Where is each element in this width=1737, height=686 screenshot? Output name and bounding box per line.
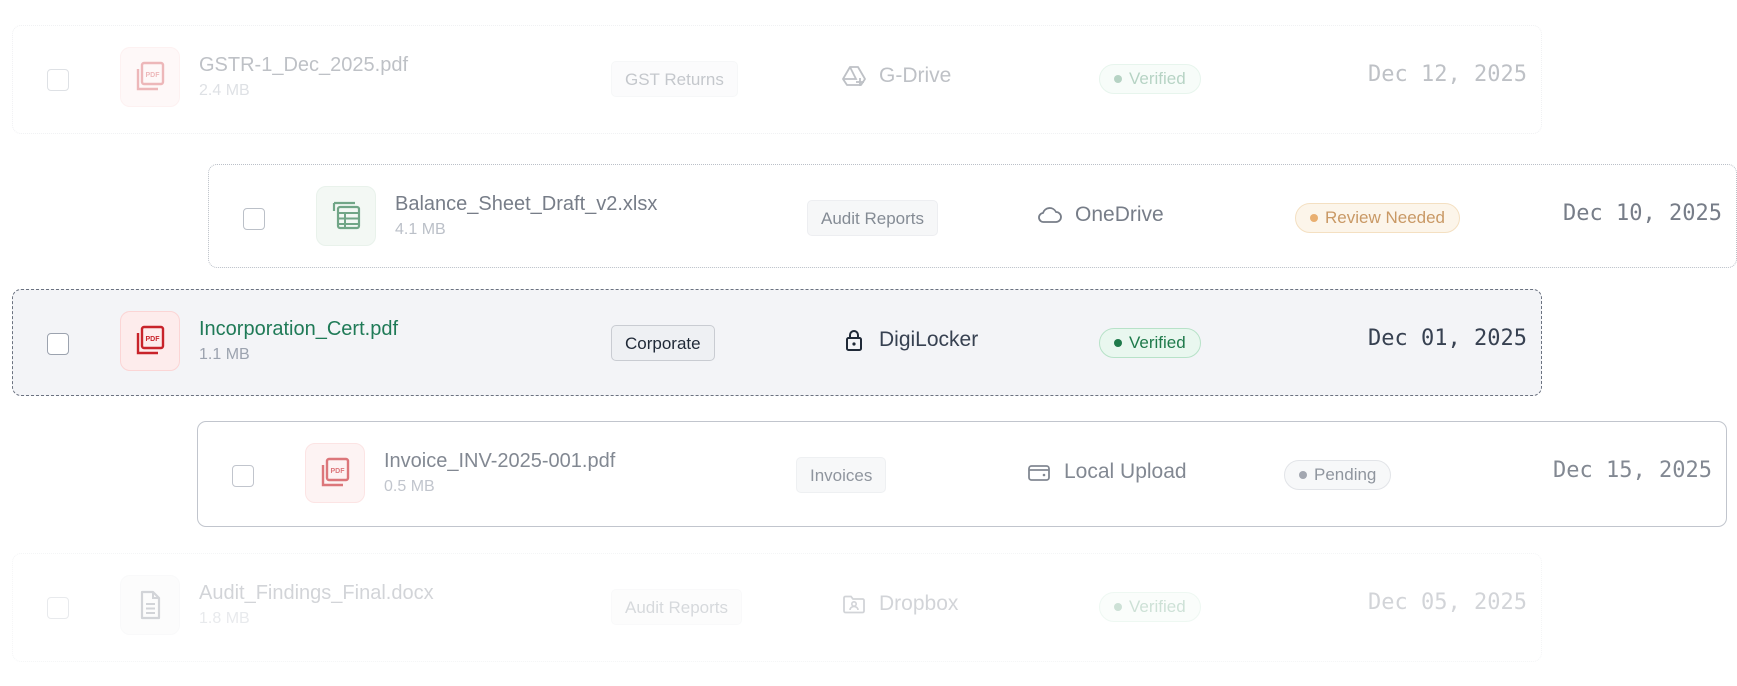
category-tag: GST Returns: [611, 61, 738, 97]
row-checkbox[interactable]: [47, 69, 69, 91]
source-label: OneDrive: [1075, 203, 1164, 226]
date: Dec 15, 2025: [1553, 458, 1712, 483]
status-badge: Review Needed: [1295, 203, 1461, 233]
status-badge: Pending: [1284, 460, 1392, 490]
source: OneDrive: [1037, 202, 1164, 228]
file-size: 0.5 MB: [384, 478, 435, 495]
row-checkbox[interactable]: [47, 597, 69, 619]
source-label: Dropbox: [879, 592, 959, 615]
row-checkbox[interactable]: [243, 208, 265, 230]
google-drive-icon: [842, 66, 866, 86]
row-checkbox[interactable]: [47, 333, 69, 355]
svg-text:PDF: PDF: [146, 72, 161, 79]
source: DigiLocker: [841, 327, 978, 353]
lock-icon: [846, 330, 862, 351]
file-size: 4.1 MB: [395, 221, 446, 238]
file-size: 2.4 MB: [199, 82, 250, 99]
file-row[interactable]: PDF GSTR-1_Dec_2025.pdf 2.4 MB GST Retur…: [12, 25, 1542, 134]
svg-text:PDF: PDF: [331, 468, 346, 475]
category-tag: Invoices: [796, 457, 887, 493]
row-checkbox[interactable]: [232, 465, 254, 487]
status-badge: Verified: [1099, 328, 1201, 358]
status-badge: Verified: [1099, 64, 1201, 94]
source-label: Local Upload: [1064, 460, 1187, 483]
file-name[interactable]: Audit_Findings_Final.docx: [199, 582, 434, 605]
category-tag: Audit Reports: [807, 200, 938, 236]
file-row[interactable]: PDF Invoice_INV-2025-001.pdf 0.5 MB Invo…: [197, 421, 1727, 527]
file-name[interactable]: Invoice_INV-2025-001.pdf: [384, 450, 615, 473]
source: Local Upload: [1026, 459, 1187, 485]
file-size: 1.1 MB: [199, 346, 250, 363]
file-name[interactable]: Incorporation_Cert.pdf: [199, 318, 398, 341]
spreadsheet-file-icon: [316, 186, 376, 246]
category-tag: Corporate: [611, 325, 715, 361]
source-label: DigiLocker: [879, 328, 979, 351]
date: Dec 05, 2025: [1368, 590, 1527, 615]
cloud-icon: [1038, 207, 1062, 223]
date: Dec 12, 2025: [1368, 62, 1527, 87]
source: G-Drive: [841, 63, 951, 89]
pdf-file-icon: PDF: [305, 443, 365, 503]
file-name[interactable]: Balance_Sheet_Draft_v2.xlsx: [395, 193, 657, 216]
svg-text:PDF: PDF: [146, 336, 161, 343]
pdf-file-icon: PDF: [120, 47, 180, 107]
source: Dropbox: [841, 591, 958, 617]
document-file-icon: [120, 575, 180, 635]
file-name[interactable]: GSTR-1_Dec_2025.pdf: [199, 54, 408, 77]
wallet-icon: [1028, 465, 1050, 481]
file-size: 1.8 MB: [199, 610, 250, 627]
status-badge: Verified: [1099, 592, 1201, 622]
folder-user-icon: [843, 595, 865, 614]
date: Dec 10, 2025: [1563, 201, 1722, 226]
file-row[interactable]: Balance_Sheet_Draft_v2.xlsx 4.1 MB Audit…: [208, 164, 1737, 268]
source-label: G-Drive: [879, 64, 952, 87]
date: Dec 01, 2025: [1368, 326, 1527, 351]
file-row-selected[interactable]: PDF Incorporation_Cert.pdf 1.1 MB Corpor…: [12, 289, 1542, 396]
pdf-file-icon: PDF: [120, 311, 180, 371]
file-row[interactable]: Audit_Findings_Final.docx 1.8 MB Audit R…: [12, 553, 1542, 662]
category-tag: Audit Reports: [611, 589, 742, 625]
